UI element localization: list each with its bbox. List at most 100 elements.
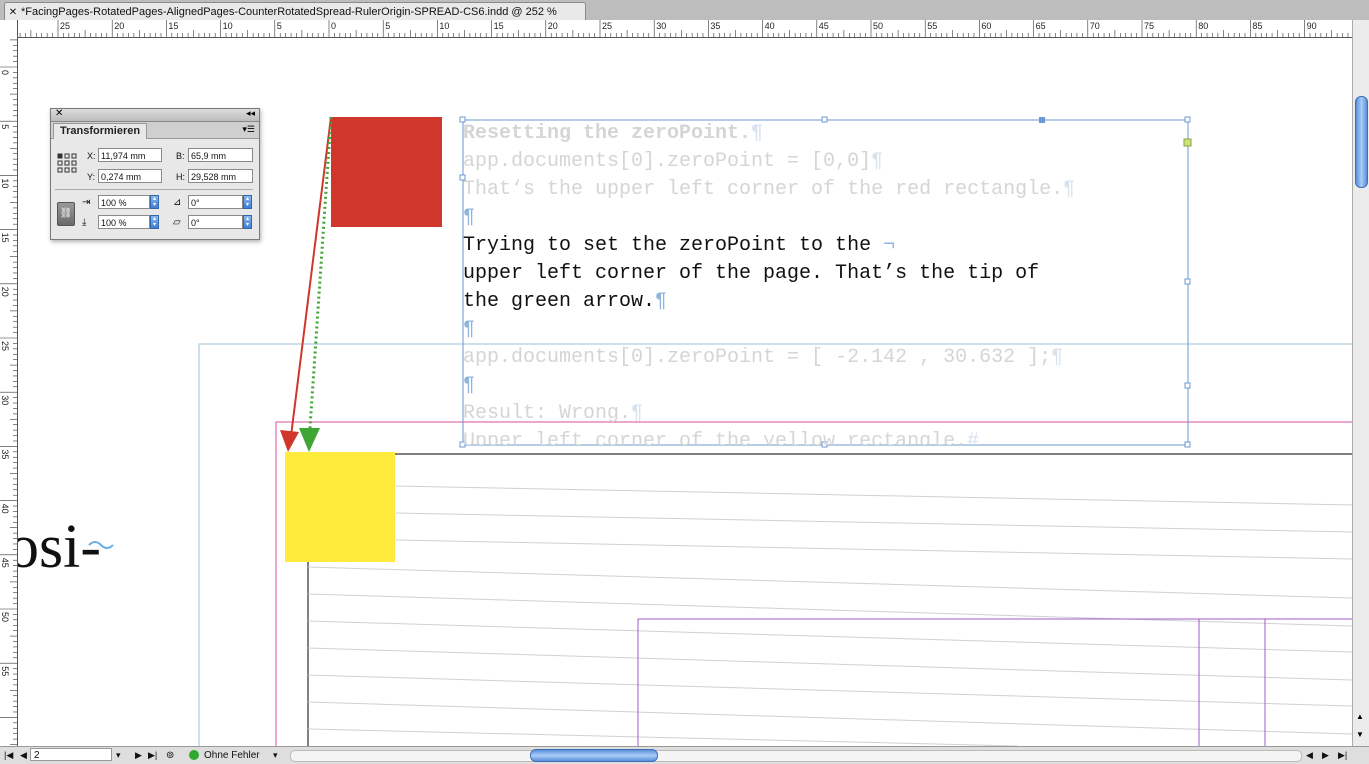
red-arrow-head — [280, 430, 299, 452]
scale-y-field[interactable]: 100 % — [98, 215, 150, 229]
ruler-tick-label: 25 — [0, 341, 10, 351]
shear-stepper[interactable]: ▴ ▾ — [243, 215, 252, 229]
w-label: B: — [176, 151, 185, 161]
scale-y-stepper[interactable]: ▴ ▾ — [150, 215, 159, 229]
ruler-tick-label: 10 — [439, 21, 449, 31]
scroll-left-icon[interactable]: ◀ — [1306, 748, 1313, 763]
shear-icon: ▱ — [173, 217, 181, 228]
close-tab-icon[interactable]: ✕ — [5, 4, 21, 21]
ruler-tick-label: 30 — [656, 21, 666, 31]
text-frame[interactable]: Resetting the zeroPoint.¶ app.documents[… — [463, 120, 1188, 445]
panel-menu-icon[interactable]: ▾☰ — [242, 124, 255, 135]
document-title: *FacingPages-RotatedPages-AlignedPages-C… — [21, 6, 557, 18]
shear-field[interactable]: 0° — [188, 215, 243, 229]
ruler-tick-label: 30 — [0, 395, 10, 405]
scale-x-field[interactable]: 100 % — [98, 195, 150, 209]
ruler-tick-label: 0 — [331, 21, 336, 31]
vertical-ruler[interactable]: 50510152025303540455055 — [0, 37, 18, 746]
horizontal-ruler[interactable]: 25 20 15 10 5 0 5 10 15 20 25 30 35 40 45 50 55 60 65 70 75 8… — [18, 20, 1352, 38]
panel-close-icon[interactable]: ✕ — [55, 108, 63, 119]
panel-titlebar[interactable]: ✕ ◂◂ — [51, 108, 259, 122]
height-field[interactable]: 29,528 mm — [188, 169, 253, 183]
ruler-tick-label: 35 — [0, 449, 10, 459]
ruler-tick-label: 40 — [765, 21, 775, 31]
rotate-icon: ⊿ — [173, 197, 182, 208]
preflight-profile-icon[interactable]: ⊚ — [166, 748, 174, 763]
column-frame — [637, 618, 1352, 746]
document-tab[interactable]: ✕ *FacingPages-RotatedPages-AlignedPages-… — [4, 2, 586, 21]
ruler-tick-label: 40 — [0, 504, 10, 514]
scroll-right-icon[interactable]: ▶ — [1322, 748, 1329, 763]
scroll-down-icon[interactable]: ▼ — [1356, 730, 1364, 739]
last-page-icon[interactable]: ▶| — [148, 748, 157, 763]
red-arrow-shaft — [290, 116, 332, 437]
x-label: X: — [87, 151, 96, 161]
rotation-stepper[interactable]: ▴ ▾ — [243, 195, 252, 209]
x-position-field[interactable]: 11,974 mm — [98, 148, 162, 162]
ruler-tick-label: 15 — [168, 21, 178, 31]
text-line-4: ¶ — [463, 206, 476, 229]
constrain-link-icon[interactable]: ⛓ — [57, 202, 75, 226]
ruler-tick-label: 60 — [981, 21, 991, 31]
panel-tab-transform[interactable]: Transformieren — [53, 123, 148, 139]
page-fragment-text: osi- — [18, 513, 102, 581]
vertical-scrollbar[interactable]: ▲ ▼ — [1352, 20, 1369, 746]
previous-page-icon[interactable]: ◀ — [20, 748, 27, 763]
transform-panel[interactable]: ✕ ◂◂ Transformieren ▾☰ X: 11,974 mm B: 6… — [50, 108, 260, 240]
status-bar: |◀ ◀ 2 ▾ ▶ ▶| ⊚ Ohne Fehler ▾ ◀ ▶ ▶| — [0, 746, 1369, 764]
first-page-icon[interactable]: |◀ — [4, 748, 13, 763]
text-line-3: That‘s the upper left corner of the red … — [463, 178, 1076, 201]
ruler-tick-label: 75 — [1144, 21, 1154, 31]
text-line-2: app.documents[0].zeroPoint = [0,0]¶ — [463, 150, 884, 173]
ruler-tick-label: 15 — [0, 233, 10, 243]
scale-x-icon: ⇥ — [82, 197, 91, 208]
ruler-tick-label: 55 — [0, 666, 10, 676]
ruler-tick-label: 50 — [0, 612, 10, 622]
preflight-status-icon — [189, 750, 199, 760]
text-line-10: ¶ — [463, 374, 476, 397]
page-menu-chevron-down-icon[interactable]: ▾ — [116, 748, 121, 763]
reference-point-icon[interactable] — [57, 153, 77, 173]
baseline-grid — [307, 485, 1352, 746]
ruler-tick-label: 10 — [223, 21, 233, 31]
ruler-tick-label: 10 — [0, 178, 10, 188]
ruler-tick-label: 20 — [0, 287, 10, 297]
text-line-11: Result: Wrong.¶ — [463, 402, 644, 425]
width-field[interactable]: 65,9 mm — [188, 148, 253, 162]
green-arrow-shaft — [308, 116, 333, 429]
y-label: Y: — [87, 172, 96, 182]
ruler-tick-label: 85 — [1252, 21, 1262, 31]
ruler-tick-label: 35 — [710, 21, 720, 31]
ruler-tick-label: 20 — [114, 21, 124, 31]
text-line-7: the green arrow.¶ — [463, 290, 668, 313]
ruler-tick-label: 55 — [927, 21, 937, 31]
ruler-tick-label: 15 — [494, 21, 504, 31]
ruler-tick-label: 50 — [873, 21, 883, 31]
document-tab-bar: ✕ *FacingPages-RotatedPages-AlignedPages-… — [0, 0, 1369, 21]
y-position-field[interactable]: 0,274 mm — [98, 169, 162, 183]
horizontal-scrollbar-track[interactable] — [290, 750, 1302, 762]
page-edge — [307, 453, 1352, 746]
ruler-tick-label: 45 — [0, 558, 10, 568]
panel-collapse-icon[interactable]: ◂◂ — [246, 108, 255, 119]
ruler-origin-corner[interactable] — [0, 20, 18, 38]
ruler-tick-label: 90 — [1307, 21, 1317, 31]
rotation-field[interactable]: 0° — [188, 195, 243, 209]
scroll-end-icon[interactable]: ▶| — [1338, 748, 1347, 763]
yellow-rectangle[interactable] — [285, 452, 395, 562]
preflight-menu-chevron-down-icon[interactable]: ▾ — [273, 748, 278, 763]
page-number-field[interactable]: 2 — [30, 748, 112, 761]
next-page-icon[interactable]: ▶ — [135, 748, 142, 763]
scroll-up-icon[interactable]: ▲ — [1356, 712, 1364, 721]
red-rectangle[interactable] — [331, 117, 442, 227]
panel-tab-row: Transformieren ▾☰ — [51, 122, 259, 139]
ruler-tick-label: 80 — [1198, 21, 1208, 31]
preflight-status-text: Ohne Fehler — [204, 750, 260, 761]
ruler-tick-label: 25 — [602, 21, 612, 31]
scale-y-icon: ⤓ — [82, 217, 87, 228]
horizontal-scroll-thumb[interactable] — [530, 749, 658, 762]
ruler-tick-label: 20 — [548, 21, 558, 31]
scale-x-stepper[interactable]: ▴ ▾ — [150, 195, 159, 209]
vertical-scroll-thumb[interactable] — [1355, 96, 1368, 188]
ruler-tick-label: 25 — [60, 21, 70, 31]
